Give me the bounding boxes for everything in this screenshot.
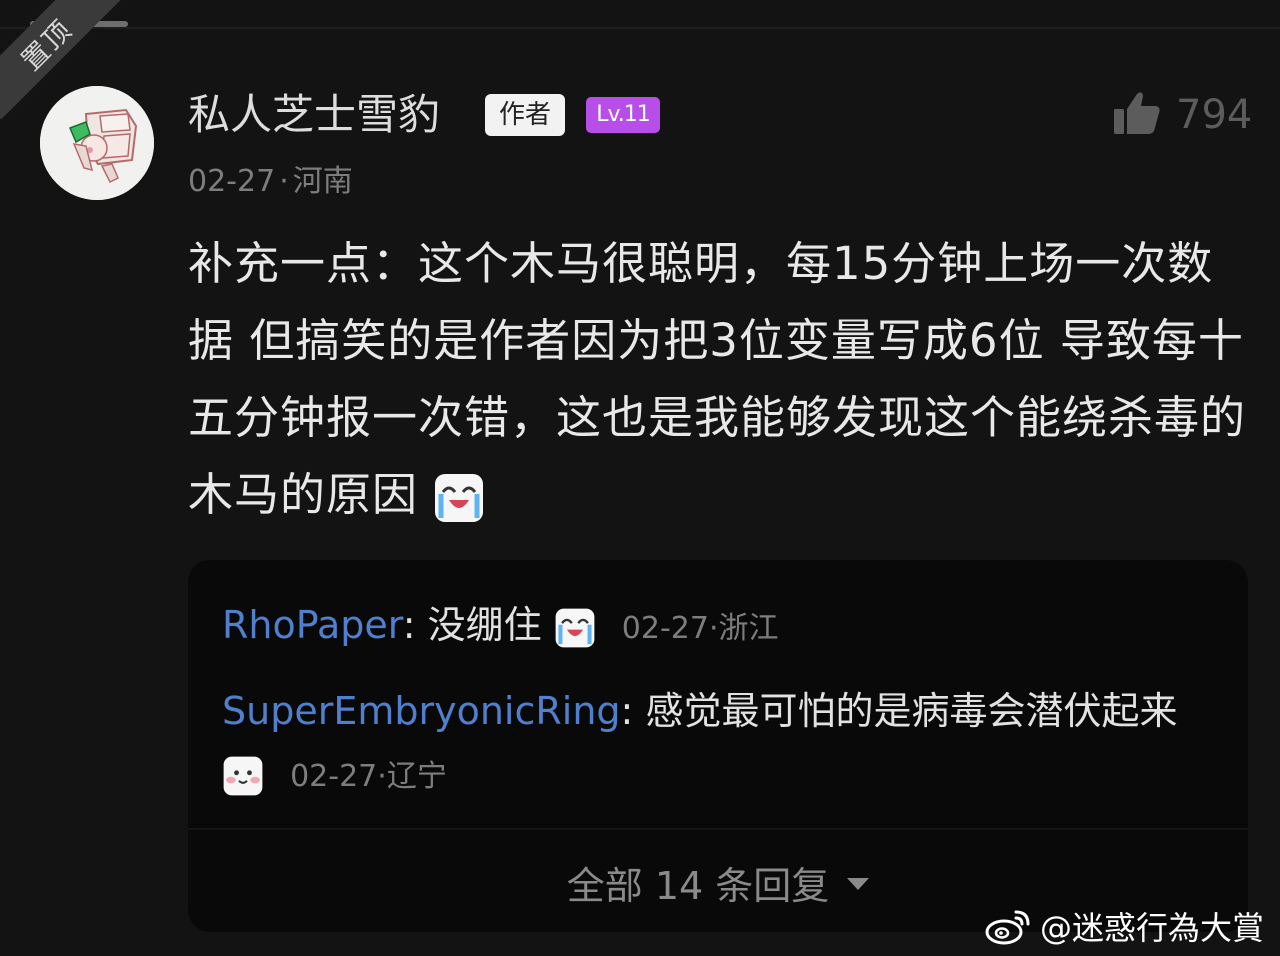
shy-smile-emoji-icon xyxy=(223,756,263,795)
meta-separator: · xyxy=(377,759,387,794)
level-badge: Lv.11 xyxy=(586,97,660,133)
laugh-cry-emoji-icon xyxy=(555,608,595,647)
username[interactable]: 私人芝士雪豹 xyxy=(188,86,440,144)
laugh-cry-emoji-icon xyxy=(435,474,484,522)
like-count: 794 xyxy=(1176,92,1253,138)
reply-meta: 02-27·辽宁 xyxy=(290,759,447,794)
comment-location: 河南 xyxy=(292,164,353,199)
caret-down-icon xyxy=(847,878,870,890)
reply-location: 辽宁 xyxy=(386,759,447,794)
reply-meta: 02-27·浙江 xyxy=(622,611,779,646)
reply-author[interactable]: RhoPaper xyxy=(222,603,403,647)
view-all-replies-button[interactable]: 全部 14 条回复 xyxy=(188,854,1248,910)
comment-date: 02-27 xyxy=(188,164,276,199)
reply-item[interactable]: RhoPaper: 没绷住 02-27·浙江 xyxy=(222,600,779,654)
author-badge: 作者 xyxy=(485,94,565,136)
thumbs-up-icon[interactable] xyxy=(1112,88,1162,138)
meta-separator: · xyxy=(708,611,719,646)
reply-date: 02-27 xyxy=(621,611,709,646)
replies-panel: RhoPaper: 没绷住 02-27·浙江 SuperEmbryonicRin… xyxy=(188,560,1248,932)
pinned-label: 置顶 xyxy=(15,13,79,77)
top-divider xyxy=(0,27,1280,29)
avatar-illustration-icon xyxy=(40,86,154,200)
reply-date: 02-27 xyxy=(290,759,378,794)
reply-text: 没绷住 xyxy=(427,603,542,647)
watermark-text: @迷惑行為大賞 xyxy=(1040,909,1265,947)
avatar[interactable] xyxy=(40,86,154,200)
comment-body: 补充一点：这个木马很聪明，每15分钟上场一次数据 但搞笑的是作者因为把3位变量写… xyxy=(188,225,1256,533)
reply-item[interactable]: SuperEmbryonicRing: 感觉最可怕的是病毒会潜伏起来 02-27… xyxy=(222,680,1212,808)
replies-divider xyxy=(188,828,1248,830)
comment-meta: 02-27 · 河南 xyxy=(188,162,353,202)
reply-colon: : xyxy=(620,689,646,733)
weibo-logo-icon xyxy=(985,910,1030,945)
reply-text: 感觉最可怕的是病毒会潜伏起来 xyxy=(645,689,1178,733)
reply-colon: : xyxy=(402,603,428,647)
watermark: @迷惑行為大賞 xyxy=(984,904,1264,948)
comment-text: 补充一点：这个木马很聪明，每15分钟上场一次数据 但搞笑的是作者因为把3位变量写… xyxy=(188,237,1247,521)
view-all-replies-label: 全部 14 条回复 xyxy=(566,863,830,908)
reply-location: 浙江 xyxy=(718,611,779,646)
reply-author[interactable]: SuperEmbryonicRing xyxy=(222,689,621,733)
meta-separator: · xyxy=(279,164,289,199)
